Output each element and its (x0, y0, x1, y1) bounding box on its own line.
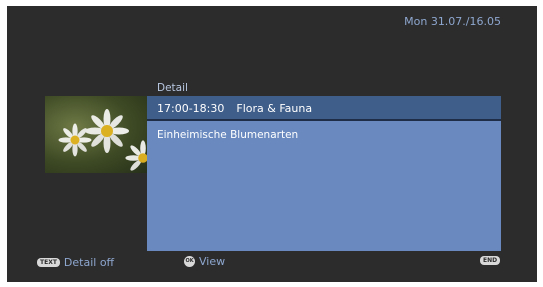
section-label: Detail (157, 82, 188, 94)
end-button[interactable]: END (480, 256, 504, 265)
date-time-display: Mon 31.07./16.05 (404, 15, 501, 28)
detail-off-label: Detail off (63, 256, 115, 269)
program-thumbnail (45, 96, 147, 173)
program-detail-panel: 17:00-18:30 Flora & Fauna Einheimische Bl… (147, 96, 501, 251)
view-button[interactable]: OK View (184, 255, 225, 268)
program-time: 17:00-18:30 (157, 102, 225, 115)
program-header-row[interactable]: 17:00-18:30 Flora & Fauna (147, 96, 501, 121)
daisy-flowers-image (58, 109, 147, 171)
ok-key-icon: OK (184, 256, 195, 267)
tv-guide-screen: Mon 31.07./16.05 Detail 17:00-18:30 Flor… (7, 6, 537, 282)
program-title: Flora & Fauna (236, 102, 313, 115)
end-key-icon: END (480, 256, 501, 265)
text-key-icon: TEXT (37, 258, 60, 267)
view-label: View (199, 255, 226, 268)
detail-off-button[interactable]: TEXT Detail off (37, 256, 114, 269)
program-description: Einheimische Blumenarten (157, 129, 299, 141)
